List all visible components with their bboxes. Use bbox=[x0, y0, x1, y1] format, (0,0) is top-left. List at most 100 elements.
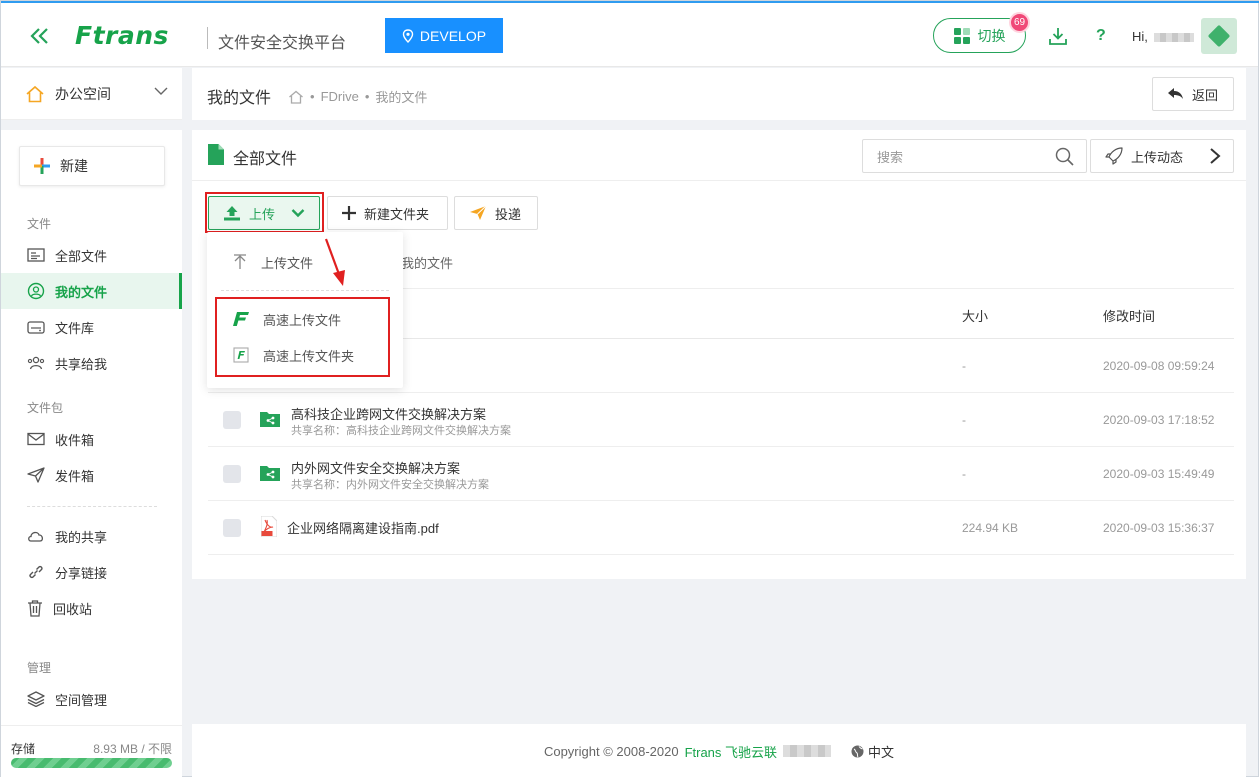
paper-plane-icon bbox=[470, 205, 487, 220]
sidebar-item-space-mgmt[interactable]: 空间管理 bbox=[1, 681, 182, 717]
reply-icon bbox=[1167, 88, 1183, 99]
breadcrumb: • FDrive • 我的文件 bbox=[288, 87, 427, 106]
mail-icon bbox=[27, 432, 45, 446]
table-row[interactable]: 企业网络隔离建设指南.pdf 224.94 KB 2020-09-03 15:3… bbox=[208, 501, 1234, 555]
sidebar-item-my-files[interactable]: 我的文件 bbox=[1, 273, 182, 309]
logo[interactable]: Ftrans bbox=[75, 21, 169, 50]
column-size[interactable]: 大小 bbox=[962, 306, 988, 325]
plus-color-icon bbox=[34, 158, 50, 174]
red-arrow-annotation bbox=[324, 238, 345, 286]
arrow-up-icon bbox=[234, 254, 246, 269]
row-name[interactable]: 高科技企业跨网文件交换解决方案 bbox=[291, 404, 486, 423]
footer-brand[interactable]: Ftrans 飞驰云联 bbox=[685, 742, 777, 761]
sidebar-item-my-shares[interactable]: 我的共享 bbox=[1, 518, 182, 554]
row-name[interactable]: 企业网络隔离建设指南.pdf bbox=[287, 518, 439, 537]
column-modified[interactable]: 修改时间 bbox=[1103, 306, 1155, 325]
row-size: - bbox=[962, 359, 966, 373]
row-time: 2020-09-08 09:59:24 bbox=[1103, 359, 1215, 373]
search-icon[interactable] bbox=[1055, 147, 1074, 166]
row-name[interactable]: 内外网文件安全交换解决方案 bbox=[291, 458, 460, 477]
language-switch[interactable]: 中文 bbox=[851, 742, 894, 761]
env-label: DEVELOP bbox=[419, 27, 487, 44]
workspace-label: 办公空间 bbox=[55, 85, 111, 102]
folder-list-icon bbox=[27, 248, 45, 262]
row-size: 224.94 KB bbox=[962, 521, 1019, 535]
home-icon bbox=[26, 85, 44, 102]
new-button[interactable]: 新建 bbox=[19, 146, 165, 186]
row-size: - bbox=[962, 413, 966, 427]
upload-dynamics-button[interactable]: 上传动态 bbox=[1090, 139, 1234, 173]
sidebar-item-inbox[interactable]: 收件箱 bbox=[1, 421, 182, 457]
deliver-button[interactable]: 投递 bbox=[454, 196, 538, 230]
sidebar-item-label: 我的共享 bbox=[55, 529, 108, 545]
fast-upload-highlight-box bbox=[215, 297, 390, 377]
search-input[interactable]: 搜索 bbox=[862, 139, 1087, 173]
platform-title: 文件安全交换平台 bbox=[218, 35, 347, 52]
globe-icon bbox=[851, 745, 864, 757]
sidebar-item-all-files[interactable]: 全部文件 bbox=[1, 237, 182, 273]
row-time: 2020-09-03 15:49:49 bbox=[1103, 467, 1215, 481]
row-share-name: 共享名称：高科技企业跨网文件交换解决方案 bbox=[291, 425, 511, 437]
crumb-fdrive[interactable]: FDrive bbox=[321, 89, 359, 104]
new-folder-label: 新建文件夹 bbox=[364, 206, 430, 222]
users-icon bbox=[27, 356, 45, 370]
library-icon bbox=[27, 321, 45, 334]
section-files: 文件 bbox=[27, 217, 52, 231]
new-folder-button[interactable]: 新建文件夹 bbox=[327, 196, 448, 230]
sidebar-item-shared-to-me[interactable]: 共享给我 bbox=[1, 345, 182, 381]
page-header: 我的文件 • FDrive • 我的文件 返回 bbox=[192, 68, 1246, 120]
chevron-right-icon bbox=[1210, 148, 1221, 164]
table-row[interactable]: 内外网文件安全交换解决方案 共享名称：内外网文件安全交换解决方案 - 2020-… bbox=[208, 447, 1234, 501]
sidebar-item-label: 空间管理 bbox=[55, 692, 108, 708]
deliver-label: 投递 bbox=[495, 206, 522, 222]
sidebar-item-file-library[interactable]: 文件库 bbox=[1, 309, 182, 345]
row-time: 2020-09-03 15:36:37 bbox=[1103, 521, 1215, 535]
sidebar-item-label: 共享给我 bbox=[55, 356, 108, 372]
sidebar-item-share-links[interactable]: 分享链接 bbox=[1, 554, 182, 590]
sidebar-item-recycle[interactable]: 回收站 bbox=[1, 590, 182, 626]
notification-badge: 69 bbox=[1009, 12, 1030, 33]
menu-item-label: 上传文件 bbox=[261, 255, 314, 271]
shared-folder-icon bbox=[260, 466, 280, 481]
icp-blurred bbox=[783, 745, 832, 757]
page-title: 我的文件 bbox=[207, 90, 272, 107]
storage-value: 8.93 MB / 不限 bbox=[93, 742, 172, 756]
download-icon[interactable] bbox=[1047, 25, 1069, 47]
shared-folder-icon bbox=[260, 412, 280, 427]
rocket-icon bbox=[1105, 147, 1123, 165]
plus-icon bbox=[342, 206, 356, 220]
collapse-icon[interactable] bbox=[29, 27, 51, 45]
sidebar-item-label: 分享链接 bbox=[55, 565, 108, 581]
row-share-name: 共享名称：内外网文件安全交换解决方案 bbox=[291, 479, 489, 491]
sidebar-item-label: 全部文件 bbox=[55, 248, 108, 264]
menu-item-upload-file[interactable]: 上传文件 bbox=[207, 244, 403, 280]
row-checkbox[interactable] bbox=[223, 465, 241, 483]
copyright: Copyright © 2008-2020 bbox=[543, 743, 679, 759]
sidebar-item-label: 发件箱 bbox=[55, 468, 95, 484]
back-button[interactable]: 返回 bbox=[1152, 77, 1234, 111]
footer: Copyright © 2008-2020 Ftrans 飞驰云联 中文 bbox=[192, 724, 1246, 777]
location-icon bbox=[402, 28, 414, 43]
file-icon bbox=[208, 144, 224, 165]
grid-icon bbox=[953, 27, 970, 44]
switch-label: 切换 bbox=[977, 27, 1006, 44]
workspace-selector[interactable]: 办公空间 bbox=[1, 68, 182, 120]
storage-bar bbox=[11, 758, 172, 768]
sidebar-item-outbox[interactable]: 发件箱 bbox=[1, 457, 182, 493]
new-label: 新建 bbox=[60, 158, 88, 174]
help-icon[interactable]: ? bbox=[1096, 27, 1106, 45]
back-label: 返回 bbox=[1191, 87, 1218, 103]
path-breadcrumb[interactable]: 我的文件 bbox=[401, 253, 453, 272]
env-button[interactable]: DEVELOP bbox=[385, 18, 503, 53]
home-icon[interactable] bbox=[288, 90, 304, 104]
logo-divider bbox=[207, 27, 208, 49]
row-checkbox[interactable] bbox=[223, 519, 241, 537]
sidebar-item-label: 收件箱 bbox=[55, 432, 95, 448]
panel-title: 全部文件 bbox=[233, 151, 298, 168]
table-row[interactable]: 高科技企业跨网文件交换解决方案 共享名称：高科技企业跨网文件交换解决方案 - 2… bbox=[208, 393, 1234, 447]
language-label: 中文 bbox=[868, 744, 895, 760]
row-checkbox[interactable] bbox=[223, 411, 241, 429]
upload-highlight-box bbox=[205, 192, 324, 233]
avatar[interactable] bbox=[1201, 18, 1237, 54]
search-placeholder: 搜索 bbox=[877, 149, 904, 165]
